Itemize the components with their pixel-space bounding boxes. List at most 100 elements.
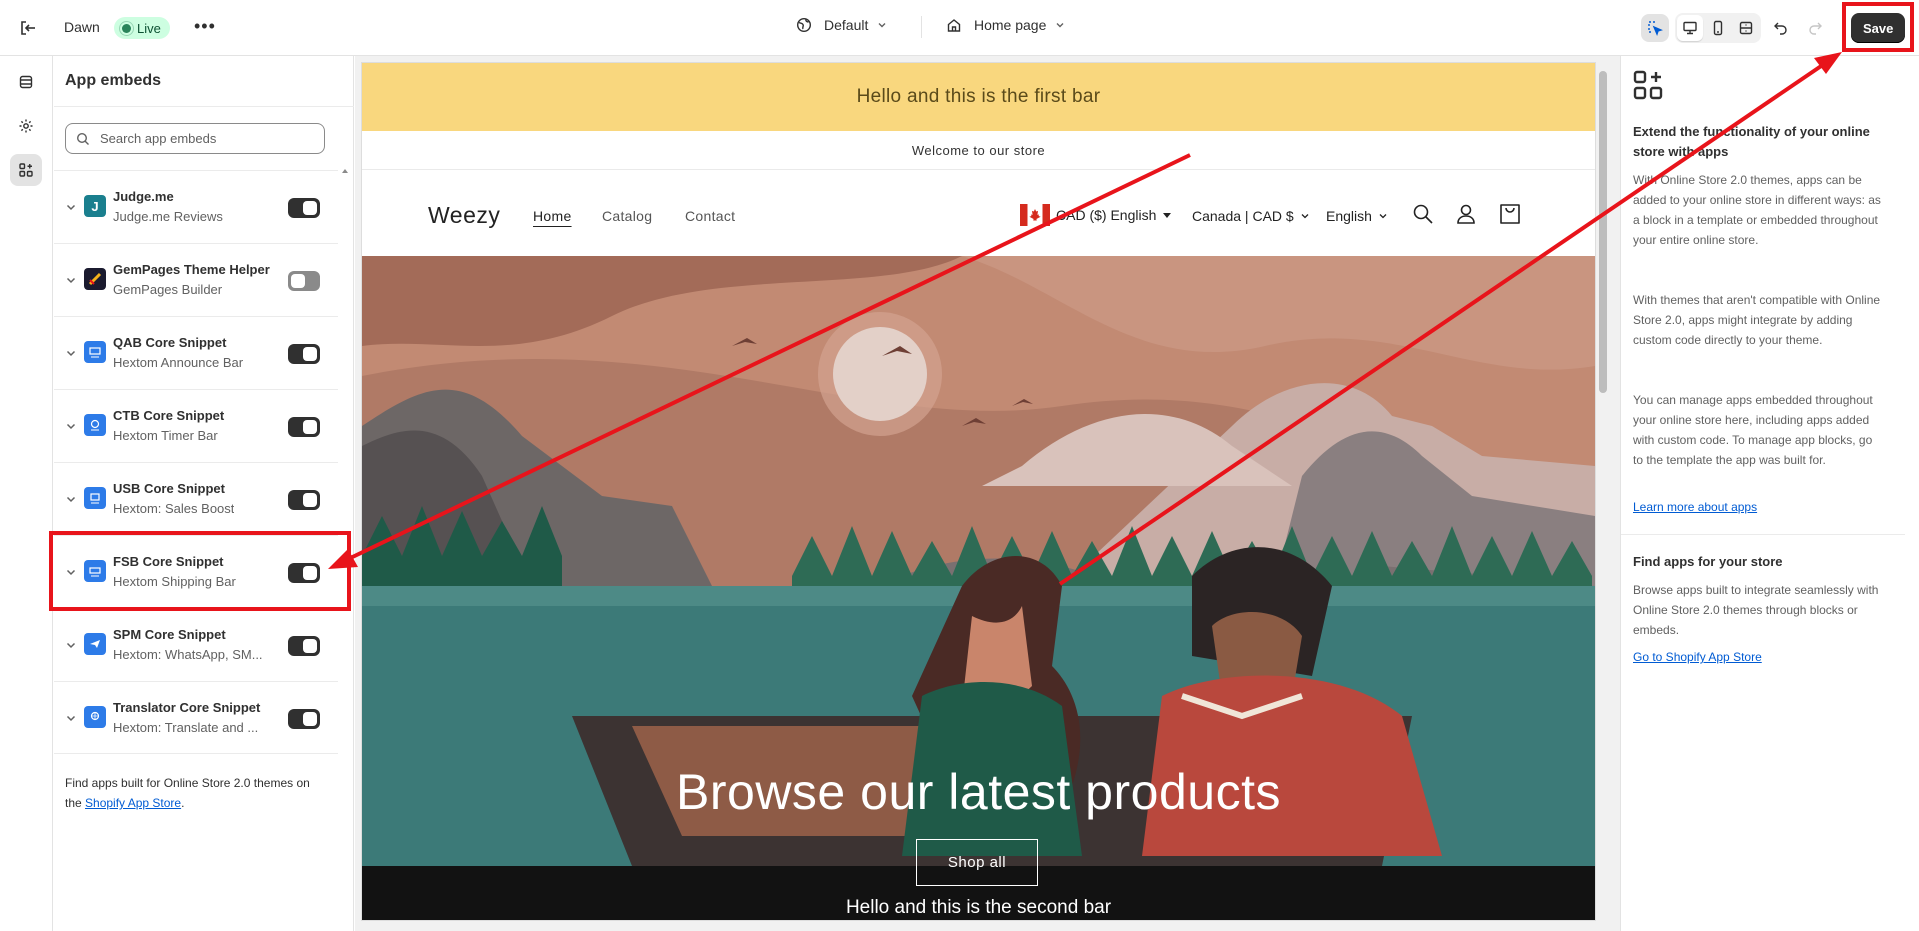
nav-catalog[interactable]: Catalog <box>602 208 652 224</box>
judgeme-app-icon: J <box>84 195 106 217</box>
chevron-down-icon[interactable] <box>64 200 78 214</box>
app-enable-toggle[interactable] <box>288 709 320 729</box>
mobile-icon <box>1713 20 1723 36</box>
panel-scrollbar[interactable] <box>340 108 350 928</box>
chevron-down-icon[interactable] <box>64 492 78 506</box>
app-enable-toggle[interactable] <box>288 490 320 510</box>
help-panel: Extend the functionality of your online … <box>1620 56 1919 931</box>
country-selector[interactable]: Canada | CAD $ <box>1192 208 1310 224</box>
app-enable-toggle[interactable] <box>288 271 320 291</box>
welcome-bar[interactable]: Welcome to our store <box>362 131 1595 170</box>
app-embeds-nav-button[interactable] <box>10 154 42 186</box>
nav-contact[interactable]: Contact <box>685 208 735 224</box>
panel-footer: Find apps built for Online Store 2.0 the… <box>65 773 325 813</box>
app-embed-row-ctb[interactable]: CTB Core Snippet Hextom Timer Bar <box>54 389 338 462</box>
help-paragraph: With Online Store 2.0 themes, apps can b… <box>1633 173 1881 247</box>
hextom-app-icon <box>84 706 106 728</box>
undo-icon <box>1774 22 1787 35</box>
exit-button[interactable] <box>14 14 42 42</box>
announcement-bar-second[interactable]: Hello and this is the second bar <box>362 895 1595 920</box>
undo-button[interactable] <box>1767 14 1795 42</box>
device-toggle-group <box>1675 13 1761 43</box>
app-name: GemPages Theme Helper <box>113 262 270 277</box>
help-paragraph: Browse apps built to integrate seamlessl… <box>1633 583 1879 637</box>
hextom-app-icon <box>84 414 106 436</box>
app-embed-row-translator[interactable]: Translator Core Snippet Hextom: Translat… <box>54 681 338 754</box>
highlight-box-save <box>1842 2 1914 52</box>
app-enable-toggle[interactable] <box>288 417 320 437</box>
app-enable-toggle[interactable] <box>288 636 320 656</box>
app-name: SPM Core Snippet <box>113 627 226 642</box>
language-selector[interactable]: English <box>1326 208 1388 224</box>
app-embed-row-spm[interactable]: SPM Core Snippet Hextom: WhatsApp, SM... <box>54 608 338 681</box>
shop-all-button[interactable]: Shop all <box>916 839 1038 886</box>
app-name: QAB Core Snippet <box>113 335 227 350</box>
app-embeds-panel: App embeds J Judge.me Judge.me Reviews G… <box>54 56 354 931</box>
redo-icon <box>1809 22 1822 35</box>
sections-icon <box>19 75 33 89</box>
help-paragraph: You can manage apps embedded throughout … <box>1633 393 1873 467</box>
cart-icon[interactable] <box>1498 202 1522 226</box>
mobile-view-button[interactable] <box>1705 15 1731 41</box>
scrollbar-thumb[interactable] <box>1599 71 1607 393</box>
shopify-app-store-link[interactable]: Go to Shopify App Store <box>1633 650 1762 664</box>
chevron-down-icon <box>1056 23 1064 28</box>
learn-more-link[interactable]: Learn more about apps <box>1633 500 1757 514</box>
language-label: English <box>1326 208 1372 224</box>
hero-banner[interactable]: Browse our latest products Shop all Hell… <box>362 256 1595 920</box>
shopify-app-store-link[interactable]: Shopify App Store <box>85 796 181 810</box>
more-actions-button[interactable]: ••• <box>194 16 216 37</box>
desktop-view-button[interactable] <box>1677 15 1703 41</box>
caret-down-icon <box>1163 213 1172 218</box>
chevron-down-icon[interactable] <box>64 419 78 433</box>
currency-selector-flag[interactable]: CAD ($) English <box>1020 204 1172 226</box>
view-controls <box>1641 13 1829 43</box>
announcement-bar-first[interactable]: Hello and this is the first bar <box>362 63 1595 131</box>
fullscreen-view-button[interactable] <box>1733 15 1759 41</box>
help-paragraph: With themes that aren't compatible with … <box>1633 293 1881 347</box>
desktop-icon <box>1683 21 1697 35</box>
live-status-badge: Live <box>114 17 170 39</box>
chevron-down-icon <box>1379 214 1387 219</box>
page-selector[interactable]: Home page <box>946 17 1066 33</box>
inspector-button[interactable] <box>1641 14 1669 42</box>
hero-title: Browse our latest products <box>676 764 1281 820</box>
search-icon[interactable] <box>1411 202 1435 226</box>
chevron-down-icon[interactable] <box>64 711 78 725</box>
country-label: Canada | CAD $ <box>1192 208 1294 224</box>
preview-scrollbar[interactable] <box>1596 63 1610 920</box>
chevron-down-icon[interactable] <box>64 346 78 360</box>
store-preview[interactable]: Hello and this is the first bar Welcome … <box>362 63 1595 920</box>
theme-settings-nav-button[interactable] <box>10 110 42 142</box>
sections-nav-button[interactable] <box>10 66 42 98</box>
divider <box>54 106 354 107</box>
app-embed-row-usb[interactable]: USB Core Snippet Hextom: Sales Boost <box>54 462 338 535</box>
app-embed-row-qab[interactable]: QAB Core Snippet Hextom Announce Bar <box>54 316 338 389</box>
app-subtitle: Judge.me Reviews <box>113 209 223 224</box>
redo-button[interactable] <box>1801 14 1829 42</box>
app-enable-toggle[interactable] <box>288 198 320 218</box>
live-dot-icon <box>122 23 131 33</box>
app-embed-row-judgeme[interactable]: J Judge.me Judge.me Reviews <box>54 170 338 243</box>
gear-icon <box>19 119 33 133</box>
search-box[interactable] <box>65 123 325 154</box>
chevron-down-icon[interactable] <box>64 638 78 652</box>
template-selector[interactable]: Default <box>796 17 888 33</box>
hextom-app-icon <box>84 341 106 363</box>
account-icon[interactable] <box>1454 202 1478 226</box>
nav-home[interactable]: Home <box>533 208 572 224</box>
highlight-box-fsb <box>49 531 351 611</box>
search-icon <box>76 132 89 145</box>
chevron-down-icon[interactable] <box>64 273 78 287</box>
fullscreen-icon <box>1739 21 1753 35</box>
home-icon <box>947 19 961 32</box>
app-subtitle: Hextom: Sales Boost <box>113 501 235 516</box>
app-enable-toggle[interactable] <box>288 344 320 364</box>
footer-end: . <box>181 796 185 810</box>
app-embed-row-gempages[interactable]: GemPages Theme Helper GemPages Builder <box>54 243 338 316</box>
search-input[interactable] <box>100 131 300 146</box>
store-logo[interactable]: Weezy <box>428 202 500 229</box>
top-bar: Dawn Live ••• Default Home page Save <box>0 0 1919 56</box>
app-name: Translator Core Snippet <box>113 700 261 715</box>
help-heading-find-apps: Find apps for your store <box>1633 554 1783 569</box>
